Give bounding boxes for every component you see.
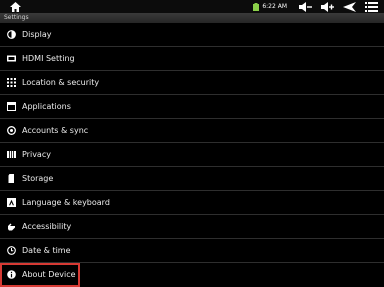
battery-icon	[253, 2, 260, 11]
settings-item-label: HDMI Setting	[22, 54, 75, 63]
privacy-icon	[7, 151, 16, 158]
accounts-sync-icon	[7, 126, 16, 135]
settings-item-label: Privacy	[22, 150, 51, 159]
status-time: 6:22 AM	[262, 3, 287, 10]
storage-icon	[8, 174, 14, 183]
settings-item-storage[interactable]: Storage	[0, 167, 384, 191]
status-bar: 6:22 AM	[0, 0, 384, 13]
title-bar: Settings	[0, 13, 384, 23]
settings-item-about-device[interactable]: About Device	[0, 263, 80, 287]
volume-up-icon[interactable]	[321, 1, 334, 12]
keyboard-icon	[7, 198, 16, 207]
back-icon[interactable]	[343, 1, 356, 12]
menu-icon[interactable]	[365, 1, 378, 12]
display-icon	[7, 30, 16, 39]
settings-item-label: Location & security	[22, 78, 100, 87]
clock-icon	[7, 246, 16, 255]
settings-item-label: Language & keyboard	[22, 198, 110, 207]
settings-item-label: Accounts & sync	[22, 126, 89, 135]
settings-item-accessibility[interactable]: Accessibility	[0, 215, 384, 239]
hdmi-icon	[7, 55, 16, 62]
info-icon	[7, 270, 16, 279]
accessibility-icon	[8, 223, 15, 231]
settings-item-privacy[interactable]: Privacy	[0, 143, 384, 167]
settings-item-date-time[interactable]: Date & time	[0, 239, 384, 263]
settings-item-label: Accessibility	[22, 222, 72, 231]
settings-list: Display HDMI Setting Location & security…	[0, 23, 384, 287]
settings-item-label: Applications	[22, 102, 71, 111]
page-title: Settings	[4, 14, 29, 21]
settings-item-label: Date & time	[22, 246, 71, 255]
settings-item-accounts-sync[interactable]: Accounts & sync	[0, 119, 384, 143]
settings-item-hdmi[interactable]: HDMI Setting	[0, 47, 384, 71]
home-icon[interactable]	[10, 2, 21, 12]
settings-item-label: Storage	[22, 174, 54, 183]
settings-item-language-keyboard[interactable]: Language & keyboard	[0, 191, 384, 215]
settings-item-applications[interactable]: Applications	[0, 95, 384, 119]
settings-item-label: Display	[22, 30, 52, 39]
volume-down-icon[interactable]	[299, 1, 312, 12]
settings-item-label: About Device	[22, 270, 76, 279]
applications-icon	[7, 102, 16, 111]
settings-item-display[interactable]: Display	[0, 23, 384, 47]
settings-item-location-security[interactable]: Location & security	[0, 71, 384, 95]
location-icon	[7, 78, 16, 87]
